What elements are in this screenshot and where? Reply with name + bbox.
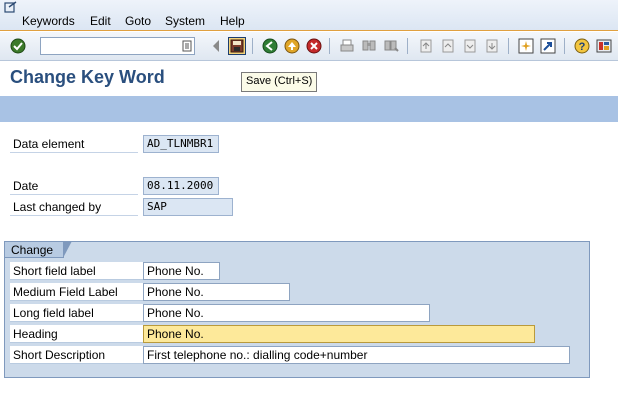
layout-button[interactable] (595, 37, 613, 55)
shortcut-icon (540, 38, 556, 54)
toolbar-separator (329, 38, 330, 54)
previous-page-button[interactable] (439, 37, 457, 55)
heading-label: Heading (10, 325, 143, 343)
print-icon (340, 39, 354, 52)
menu-system[interactable]: System (165, 14, 205, 28)
page-title: Change Key Word (10, 67, 165, 87)
change-group-title: Change (4, 241, 73, 258)
toolbar-separator (252, 38, 253, 54)
layout-icon (596, 39, 612, 53)
medium-field-input[interactable]: Phone No. (143, 283, 290, 301)
find-next-button[interactable] (382, 37, 400, 55)
shortcut-button[interactable] (539, 37, 557, 55)
save-tooltip: Save (Ctrl+S) (241, 72, 318, 92)
date-label: Date (10, 177, 138, 195)
standard-toolbar: ? (0, 32, 618, 61)
long-field-input[interactable]: Phone No. (143, 304, 430, 322)
first-page-icon (420, 39, 432, 53)
cancel-icon (306, 38, 322, 54)
command-history-icon[interactable] (182, 40, 192, 52)
cancel-button[interactable] (305, 37, 323, 55)
menu-bar: Keywords Edit Goto System Help (0, 0, 618, 31)
application-toolbar (0, 96, 618, 122)
system-menu-icon[interactable] (4, 1, 18, 13)
long-field-label: Long field label (10, 304, 143, 322)
data-element-field[interactable]: AD_TLNMBR1 (143, 135, 219, 153)
find-icon (362, 40, 376, 51)
save-icon (230, 39, 244, 53)
first-page-button[interactable] (417, 37, 435, 55)
change-group-box: Change Short field label Phone No. Mediu… (4, 241, 590, 378)
help-icon: ? (574, 38, 590, 54)
exit-icon (284, 38, 300, 54)
previous-page-icon (442, 39, 454, 53)
back-button[interactable] (261, 37, 279, 55)
toolbar-separator (407, 38, 408, 54)
last-changed-label: Last changed by (10, 198, 138, 216)
save-button[interactable] (228, 37, 246, 55)
exit-button[interactable] (283, 37, 301, 55)
next-page-icon (464, 39, 476, 53)
last-page-icon (486, 39, 498, 53)
short-description-label: Short Description (10, 346, 143, 364)
heading-input[interactable]: Phone No. (143, 325, 535, 343)
short-field-input[interactable]: Phone No. (143, 262, 220, 280)
toolbar-separator (508, 38, 509, 54)
back-arrow-button[interactable] (207, 37, 225, 55)
menu-goto[interactable]: Goto (125, 14, 151, 28)
new-session-icon (518, 38, 534, 54)
new-session-button[interactable] (517, 37, 535, 55)
enter-icon (10, 38, 26, 54)
last-page-button[interactable] (483, 37, 501, 55)
svg-text:?: ? (579, 41, 586, 53)
back-icon (213, 40, 219, 52)
help-button[interactable]: ? (573, 37, 591, 55)
find-next-icon (384, 40, 399, 52)
menu-keywords[interactable]: Keywords (22, 14, 75, 28)
enter-button[interactable] (9, 37, 27, 55)
menu-help[interactable]: Help (220, 14, 245, 28)
next-page-button[interactable] (461, 37, 479, 55)
short-description-input[interactable]: First telephone no.: dialling code+numbe… (143, 346, 570, 364)
find-button[interactable] (360, 37, 378, 55)
green-arrow-icon (262, 38, 278, 54)
date-field[interactable]: 08.11.2000 (143, 177, 219, 195)
toolbar-separator (564, 38, 565, 54)
short-field-label: Short field label (10, 262, 143, 280)
menu-edit[interactable]: Edit (90, 14, 111, 28)
command-field[interactable] (40, 37, 195, 55)
medium-field-label: Medium Field Label (10, 283, 143, 301)
data-element-label: Data element (10, 135, 138, 153)
print-button[interactable] (338, 37, 356, 55)
last-changed-field[interactable]: SAP (143, 198, 233, 216)
